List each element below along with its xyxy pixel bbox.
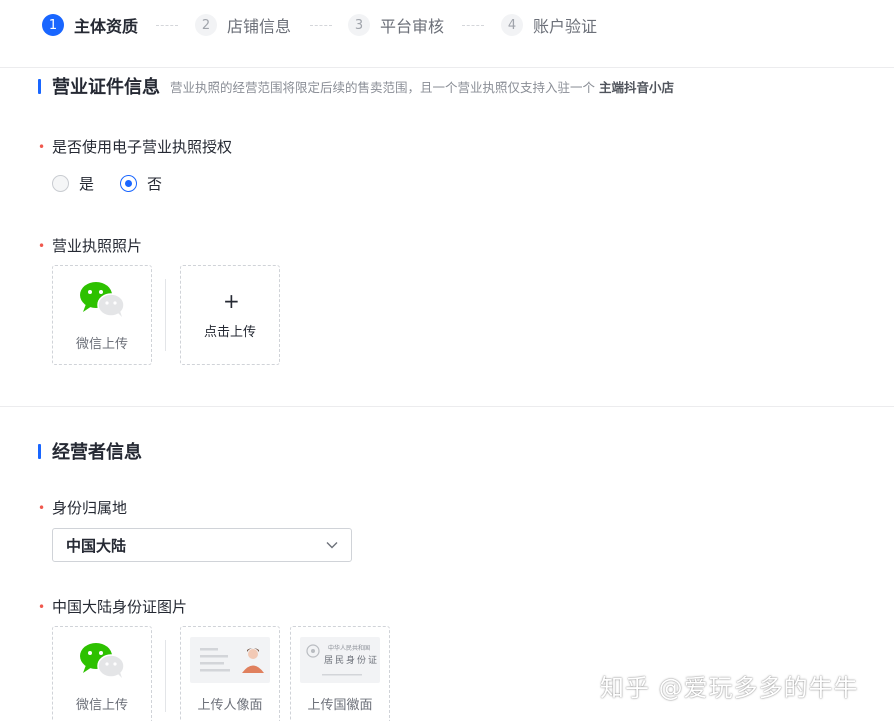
radio-circle[interactable] [120,175,138,192]
radio-yes[interactable]: 是 [52,173,94,194]
field-label-text: 中国大陆身份证图片 [52,598,188,616]
step-label: 账户验证 [533,17,598,36]
step-bar: 1 主体资质 2 店铺信息 3 平台审核 4 账户验证 [0,0,894,68]
id-region-select[interactable]: 中国大陆 [52,528,352,562]
step-label: 主体资质 [74,17,139,36]
plus-icon: + [223,289,240,313]
radio-no[interactable]: 否 [120,173,162,194]
upload-label: 微信上传 [75,337,128,352]
field-label-text: 营业执照照片 [52,237,143,255]
wechat-upload-license[interactable]: 微信上传 [52,265,152,365]
section-title-text: 营业证件信息 [52,77,160,98]
wechat-upload-id[interactable]: 微信上传 [52,626,152,721]
step-number: 4 [501,14,523,36]
click-upload-license[interactable]: + 点击上传 [180,265,280,365]
chevron-down-icon [326,542,338,549]
upload-label: 上传人像面 [197,698,263,713]
select-value: 中国大陆 [66,536,127,555]
section-title-license: 营业证件信息 营业执照的经营范围将限定后续的售卖范围，且一个营业执照仅支持入驻一… [38,73,674,99]
step-4[interactable]: 4 账户验证 [501,13,597,37]
upload-divider [165,640,166,712]
field-label-text: 是否使用电子营业执照授权 [52,138,233,156]
wechat-icon [80,643,125,678]
field-label-text: 身份归属地 [52,499,128,517]
required-mark: • [38,599,46,614]
watermark: 知乎 @爱玩多多的牛牛 [600,674,859,702]
upload-label: 点击上传 [203,325,256,340]
id-card-portrait-placeholder [190,637,270,683]
required-mark: • [38,500,46,515]
radio-circle[interactable] [52,175,69,192]
step-number: 1 [42,14,64,36]
step-separator [462,25,484,26]
step-separator [310,25,332,26]
section-note: 营业执照的经营范围将限定后续的售卖范围，且一个营业执照仅支持入驻一个 主端抖音小… [170,77,674,96]
section-note-text: 营业执照的经营范围将限定后续的售卖范围，且一个营业执照仅支持入驻一个 [170,79,596,95]
upload-label: 上传国徽面 [307,698,373,713]
id-card-line2: 居民身份证 [324,656,380,666]
upload-emblem-side[interactable]: 中华人民共和国 居民身份证 上传国徽面 [290,626,390,721]
step-3[interactable]: 3 平台审核 [348,13,444,37]
required-mark: • [38,139,46,154]
step-2[interactable]: 2 店铺信息 [195,13,291,37]
section-title-text: 经营者信息 [52,442,142,463]
step-1[interactable]: 1 主体资质 [42,13,138,37]
section-title-operator: 经营者信息 [38,438,142,464]
field-label-id-photo: • 中国大陆身份证图片 [38,596,187,617]
upload-divider [165,279,166,351]
e-license-radio-group: 是 否 [52,173,188,194]
upload-portrait-side[interactable]: 上传人像面 [180,626,280,721]
step-number: 3 [348,14,370,36]
wechat-icon [80,282,125,317]
field-label-id-region: • 身份归属地 [38,497,127,518]
section-note-strong: 主端抖音小店 [599,79,675,95]
section-accent-bar [38,443,41,459]
upload-label: 微信上传 [75,698,128,713]
radio-label: 否 [147,175,163,193]
field-label-e-license: • 是否使用电子营业执照授权 [38,136,232,157]
id-card-emblem-placeholder: 中华人民共和国 居民身份证 [300,637,380,683]
section-accent-bar [38,78,41,94]
id-card-line1: 中华人民共和国 [328,645,371,652]
step-number: 2 [195,14,217,36]
step-label: 平台审核 [380,17,445,36]
step-separator [156,25,178,26]
section-divider [0,406,894,407]
step-label: 店铺信息 [227,17,292,36]
radio-label: 是 [79,175,95,193]
required-mark: • [38,238,46,253]
id-portrait-icon [200,648,264,673]
field-label-license-photo: • 营业执照照片 [38,235,142,256]
